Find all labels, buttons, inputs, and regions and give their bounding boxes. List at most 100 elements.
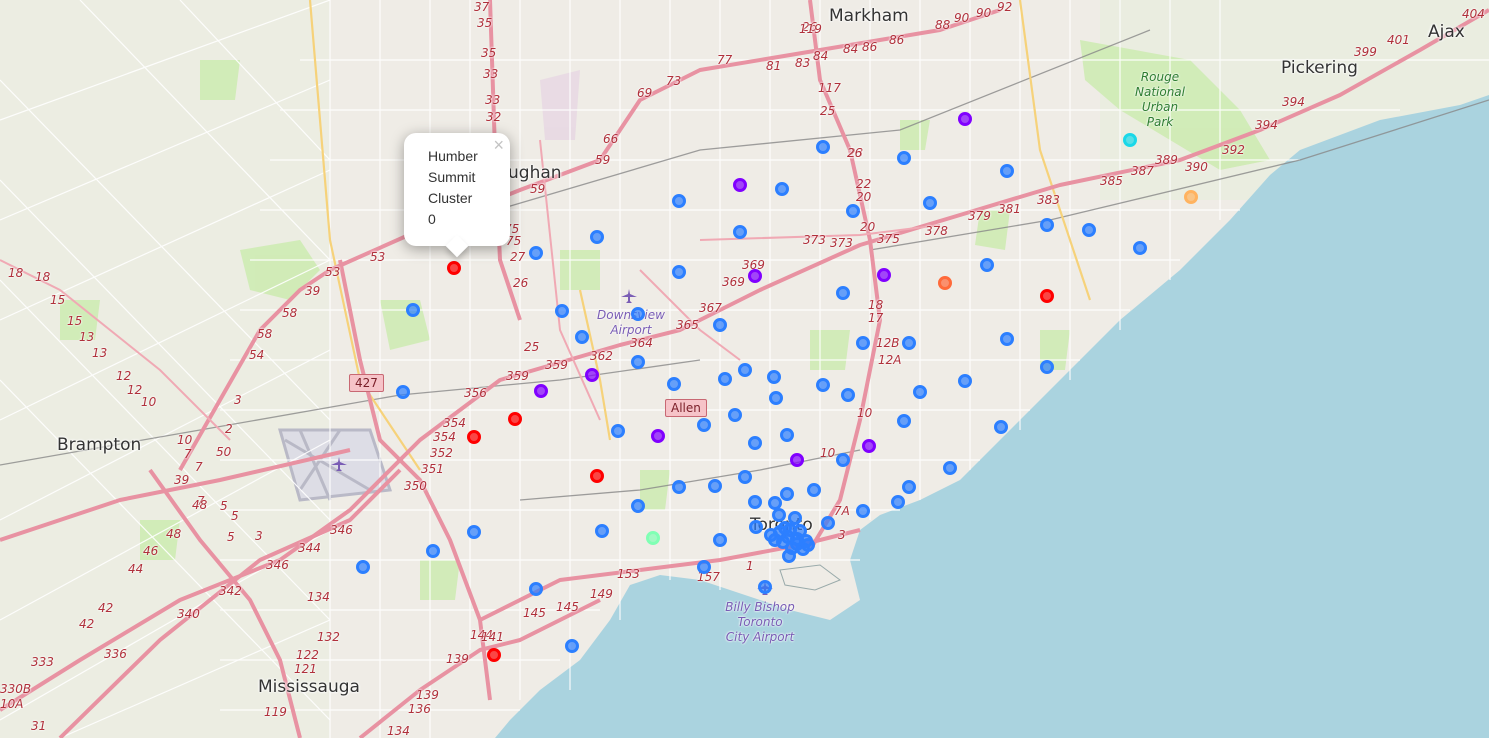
cluster-marker-cluster-2[interactable] <box>772 508 786 522</box>
cluster-marker-cluster-1[interactable] <box>790 453 804 467</box>
cluster-marker-cluster-2[interactable] <box>856 336 870 350</box>
cluster-marker-cluster-2[interactable] <box>891 495 905 509</box>
route-number-label: 342 <box>219 584 242 598</box>
cluster-marker-cluster-3[interactable] <box>1123 133 1137 147</box>
cluster-marker-cluster-2[interactable] <box>767 370 781 384</box>
cluster-marker-cluster-1[interactable] <box>862 439 876 453</box>
cluster-marker-cluster-2[interactable] <box>836 453 850 467</box>
cluster-marker-cluster-1[interactable] <box>748 269 762 283</box>
cluster-marker-cluster-2[interactable] <box>565 639 579 653</box>
cluster-marker-cluster-2[interactable] <box>611 424 625 438</box>
cluster-marker-cluster-2[interactable] <box>733 225 747 239</box>
cluster-marker-cluster-2[interactable] <box>1000 332 1014 346</box>
cluster-marker-cluster-2[interactable] <box>1082 223 1096 237</box>
cluster-marker-cluster-2[interactable] <box>836 286 850 300</box>
cluster-marker-cluster-2[interactable] <box>856 504 870 518</box>
cluster-marker-cluster-2[interactable] <box>846 204 860 218</box>
cluster-marker-cluster-2[interactable] <box>467 525 481 539</box>
route-number-label: 351 <box>421 462 444 476</box>
cluster-marker-cluster-2[interactable] <box>816 378 830 392</box>
cluster-marker-cluster-1[interactable] <box>651 429 665 443</box>
cluster-marker-cluster-0[interactable] <box>487 648 501 662</box>
cluster-marker-cluster-2[interactable] <box>356 560 370 574</box>
cluster-marker-cluster-2[interactable] <box>841 388 855 402</box>
cluster-marker-cluster-2[interactable] <box>713 533 727 547</box>
cluster-marker-cluster-2[interactable] <box>555 304 569 318</box>
cluster-marker-cluster-2[interactable] <box>396 385 410 399</box>
cluster-marker-cluster-0[interactable] <box>447 261 461 275</box>
cluster-marker-cluster-2[interactable] <box>902 480 916 494</box>
cluster-marker-cluster-2[interactable] <box>913 385 927 399</box>
cluster-marker-cluster-2[interactable] <box>697 418 711 432</box>
cluster-marker-cluster-2[interactable] <box>631 355 645 369</box>
route-number-label: 53 <box>370 250 386 264</box>
cluster-marker-cluster-2[interactable] <box>783 523 797 537</box>
route-number-label: 340 <box>177 607 200 621</box>
cluster-marker-cluster-2[interactable] <box>590 230 604 244</box>
cluster-marker-cluster-1[interactable] <box>733 178 747 192</box>
route-number-label: 362 <box>590 349 613 363</box>
cluster-marker-cluster-2[interactable] <box>708 479 722 493</box>
cluster-marker-cluster-2[interactable] <box>780 487 794 501</box>
cluster-marker-cluster-2[interactable] <box>738 363 752 377</box>
cluster-marker-cluster-5[interactable] <box>1184 190 1198 204</box>
cluster-marker-cluster-2[interactable] <box>667 377 681 391</box>
cluster-marker-cluster-0[interactable] <box>467 430 481 444</box>
cluster-marker-cluster-2[interactable] <box>529 582 543 596</box>
route-number-label: 3 <box>234 393 242 407</box>
cluster-marker-cluster-0[interactable] <box>508 412 522 426</box>
cluster-marker-cluster-2[interactable] <box>718 372 732 386</box>
cluster-marker-cluster-2[interactable] <box>672 480 686 494</box>
cluster-marker-cluster-2[interactable] <box>426 544 440 558</box>
cluster-marker-cluster-1[interactable] <box>534 384 548 398</box>
cluster-marker-cluster-2[interactable] <box>631 307 645 321</box>
cluster-marker-cluster-2[interactable] <box>923 196 937 210</box>
cluster-marker-cluster-2[interactable] <box>738 470 752 484</box>
popup-neighborhood-line-2: Summit <box>428 169 476 185</box>
popup-close-button[interactable]: × <box>493 136 504 154</box>
cluster-marker-cluster-2[interactable] <box>775 182 789 196</box>
cluster-marker-cluster-2[interactable] <box>980 258 994 272</box>
cluster-marker-cluster-2[interactable] <box>816 140 830 154</box>
cluster-marker-cluster-2[interactable] <box>1040 360 1054 374</box>
cluster-marker-cluster-2[interactable] <box>728 408 742 422</box>
cluster-marker-cluster-2[interactable] <box>672 194 686 208</box>
cluster-marker-cluster-2[interactable] <box>1000 164 1014 178</box>
cluster-marker-cluster-2[interactable] <box>575 330 589 344</box>
cluster-marker-cluster-2[interactable] <box>631 499 645 513</box>
cluster-marker-cluster-0[interactable] <box>1040 289 1054 303</box>
cluster-marker-cluster-2[interactable] <box>672 265 686 279</box>
map-canvas[interactable]: Markham Ajax Pickering ughan Brampton Mi… <box>0 0 1489 738</box>
cluster-marker-cluster-2[interactable] <box>799 534 813 548</box>
cluster-marker-cluster-2[interactable] <box>902 336 916 350</box>
cluster-marker-cluster-2[interactable] <box>406 303 420 317</box>
cluster-marker-cluster-2[interactable] <box>748 495 762 509</box>
cluster-marker-cluster-1[interactable] <box>877 268 891 282</box>
cluster-marker-cluster-2[interactable] <box>897 414 911 428</box>
cluster-marker-cluster-1[interactable] <box>958 112 972 126</box>
cluster-marker-cluster-2[interactable] <box>529 246 543 260</box>
cluster-marker-cluster-2[interactable] <box>1040 218 1054 232</box>
cluster-marker-cluster-1[interactable] <box>585 368 599 382</box>
cluster-marker-cluster-0[interactable] <box>590 469 604 483</box>
cluster-marker-cluster-2[interactable] <box>897 151 911 165</box>
cluster-marker-cluster-2[interactable] <box>749 520 763 534</box>
cluster-marker-cluster-2[interactable] <box>821 516 835 530</box>
cluster-marker-cluster-2[interactable] <box>807 483 821 497</box>
cluster-marker-cluster-2[interactable] <box>713 318 727 332</box>
cluster-marker-cluster-2[interactable] <box>697 560 711 574</box>
cluster-marker-cluster-2[interactable] <box>748 436 762 450</box>
cluster-marker-cluster-2[interactable] <box>769 391 783 405</box>
cluster-marker-cluster-2[interactable] <box>780 428 794 442</box>
cluster-marker-cluster-6[interactable] <box>938 276 952 290</box>
cluster-marker-cluster-4[interactable] <box>646 531 660 545</box>
route-number-label: 15 <box>67 314 83 328</box>
route-number-label: 145 <box>556 600 579 614</box>
cluster-marker-cluster-2[interactable] <box>994 420 1008 434</box>
cluster-marker-cluster-2[interactable] <box>595 524 609 538</box>
cluster-marker-cluster-2[interactable] <box>758 580 772 594</box>
cluster-marker-cluster-2[interactable] <box>958 374 972 388</box>
cluster-marker-cluster-2[interactable] <box>768 533 782 547</box>
cluster-marker-cluster-2[interactable] <box>1133 241 1147 255</box>
cluster-marker-cluster-2[interactable] <box>943 461 957 475</box>
